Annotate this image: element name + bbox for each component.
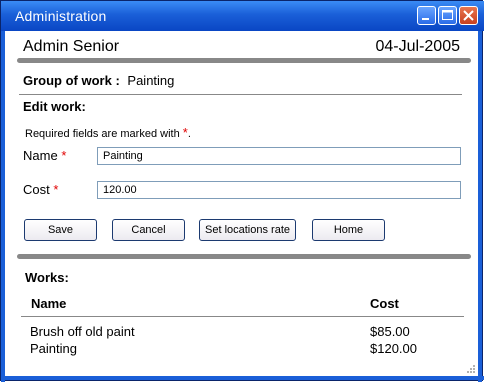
- name-required-mark: *: [61, 148, 67, 163]
- required-note-text: Required fields are marked with: [25, 128, 180, 140]
- maximize-button[interactable]: [438, 6, 457, 25]
- column-header-cost: Cost: [370, 296, 399, 311]
- cost-field[interactable]: [97, 181, 461, 199]
- group-value: Painting: [127, 73, 175, 88]
- cost-label-group: Cost *: [23, 182, 58, 197]
- required-note: Required fields are marked with *.: [25, 125, 191, 140]
- table-header-divider: [21, 316, 464, 317]
- window-frame-left: [1, 31, 5, 382]
- cancel-button[interactable]: Cancel: [112, 219, 185, 241]
- column-header-name: Name: [31, 296, 67, 311]
- name-label-group: Name *: [23, 148, 66, 163]
- group-divider: [19, 94, 462, 95]
- set-locations-rate-button[interactable]: Set locations rate: [199, 219, 296, 241]
- name-field[interactable]: [97, 147, 461, 165]
- group-label: Group of work :: [23, 73, 120, 88]
- window-frame-right: [478, 31, 482, 382]
- home-button[interactable]: Home: [312, 219, 385, 241]
- close-button[interactable]: [459, 6, 478, 25]
- current-date: 04-Jul-2005: [375, 38, 461, 55]
- minimize-icon: [422, 18, 429, 20]
- group-of-work: Group of work : Painting: [23, 73, 174, 88]
- table-row-name[interactable]: Painting: [30, 341, 77, 356]
- form-divider: [17, 254, 471, 259]
- admin-window: Administration Admin Senior 04-Jul-2005 …: [0, 0, 484, 382]
- minimize-button[interactable]: [417, 6, 436, 25]
- works-heading: Works:: [25, 270, 69, 285]
- title-bar[interactable]: Administration: [1, 1, 484, 31]
- edit-work-heading: Edit work:: [23, 99, 86, 114]
- header-divider: [17, 58, 471, 63]
- user-name: Admin Senior: [23, 38, 120, 55]
- table-row-cost: $85.00: [370, 324, 410, 339]
- name-label: Name: [23, 148, 58, 163]
- save-button[interactable]: Save: [24, 219, 97, 241]
- cost-required-mark: *: [53, 182, 59, 197]
- required-mark: *: [182, 125, 188, 140]
- close-icon: [463, 10, 474, 21]
- table-row-cost: $120.00: [370, 341, 417, 356]
- window-frame-bottom: [1, 376, 484, 380]
- maximize-icon: [442, 10, 453, 20]
- table-row-name[interactable]: Brush off old paint: [30, 324, 135, 339]
- window-title: Administration: [15, 8, 107, 24]
- cost-label: Cost: [23, 182, 50, 197]
- resize-grip-icon[interactable]: [466, 364, 476, 374]
